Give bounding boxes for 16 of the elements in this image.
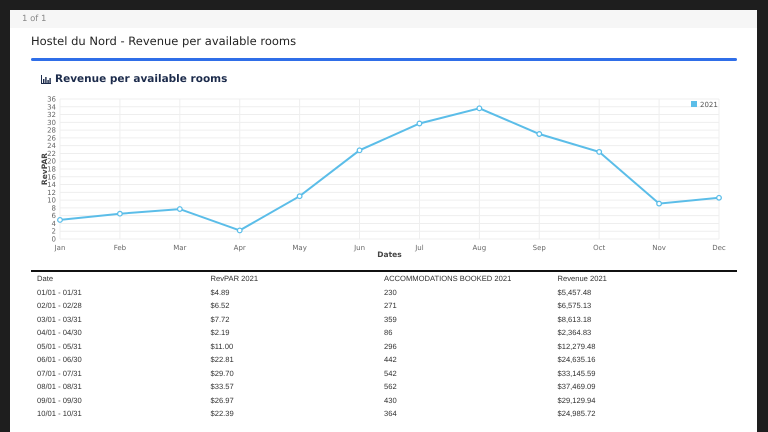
bar-chart-icon	[41, 74, 51, 84]
data-point	[416, 120, 422, 126]
data-point	[296, 193, 303, 200]
data-point	[536, 131, 542, 137]
data-point	[116, 210, 123, 217]
data-point	[596, 148, 602, 155]
page-counter: 1 of 1	[22, 14, 46, 24]
data-point	[476, 105, 482, 112]
data-point	[236, 228, 243, 234]
data-point	[656, 200, 662, 207]
report-title: Hostel du Nord - Revenue per available rooms	[31, 33, 296, 49]
data-point	[176, 206, 183, 212]
card-title: Revenue per available rooms	[55, 73, 228, 85]
data-point	[356, 147, 362, 154]
data-point	[716, 194, 722, 201]
data-point	[57, 217, 63, 223]
